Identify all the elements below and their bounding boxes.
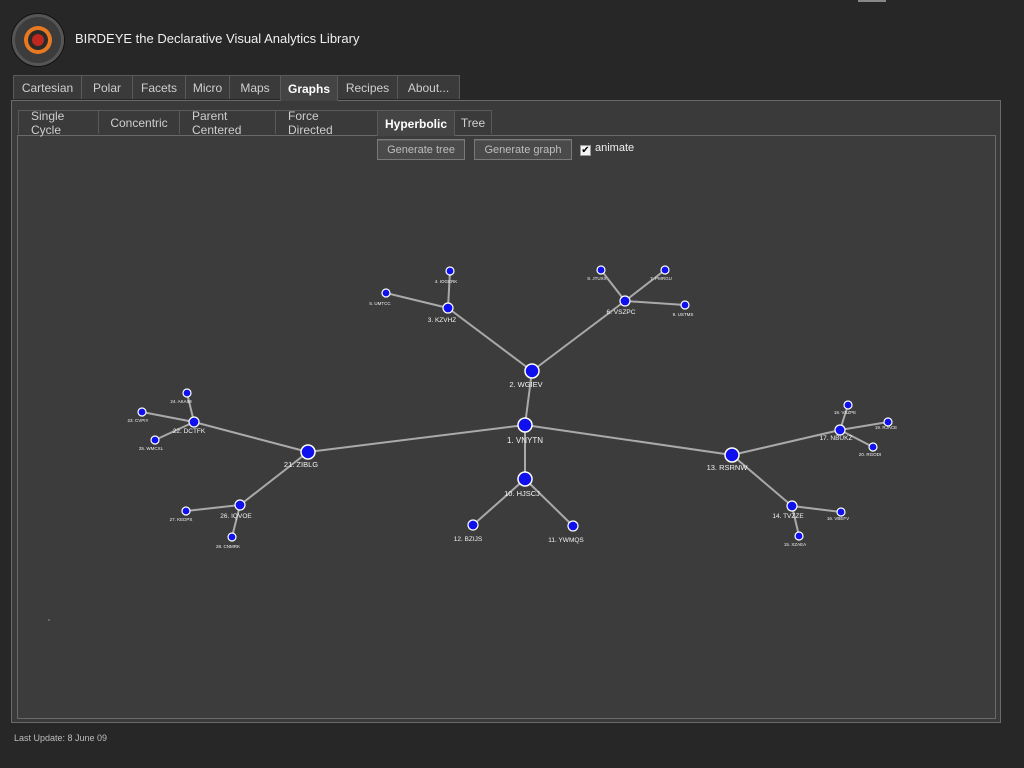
graph-node-label-14: 14. TVZZE	[772, 513, 804, 520]
graph-edge-21-22	[193, 421, 309, 453]
graph-node-16[interactable]	[836, 507, 846, 517]
graph-node-label-15: 15. XZAEA	[784, 542, 806, 547]
graph-edge-10-11	[524, 478, 574, 527]
graph-node-18[interactable]	[843, 400, 853, 410]
graph-node-25[interactable]	[150, 435, 160, 445]
graph-node-8[interactable]	[596, 265, 606, 275]
graph-node-label-19: 19. RJACE	[875, 425, 897, 430]
graph-node-14[interactable]	[786, 500, 798, 512]
graph-edge-2-3	[447, 307, 533, 372]
graph-node-label-24: 24. AKAIM	[170, 399, 192, 404]
graph-edge-3-5	[385, 292, 449, 309]
graph-node-label-17: 17. NBUKZ	[820, 435, 853, 442]
graph-edge-6-9	[624, 300, 686, 306]
graph-node-label-22: 22. DCTFK	[173, 428, 206, 435]
graph-node-5[interactable]	[381, 288, 391, 298]
graph-node-23[interactable]	[137, 407, 147, 417]
graph-node-label-6: 6. VSZPC	[607, 309, 636, 316]
graph-node-9[interactable]	[680, 300, 690, 310]
graph-node-label-9: 9. USTMS	[673, 312, 694, 317]
graph-node-17[interactable]	[834, 424, 846, 436]
graph-node-label-21: 21. ZIBLG	[284, 460, 318, 469]
graph-node-label-1: 1. VNYTN	[507, 436, 543, 445]
graph-node-24[interactable]	[182, 388, 192, 398]
graph-edge-26-27	[185, 504, 241, 512]
graph-edge-1-21	[307, 424, 526, 453]
graph-node-label-28: 28. CNMRK	[216, 544, 240, 549]
graph-node-10[interactable]	[517, 471, 533, 487]
graph-edge-13-17	[731, 429, 841, 456]
graph-node-28[interactable]	[227, 532, 237, 542]
graph-node-7[interactable]	[660, 265, 670, 275]
graph-node-label-20: 20. RGODI	[859, 452, 881, 457]
graph-node-label-16: 16. VBEFV	[827, 516, 849, 521]
graph-edge-6-7	[624, 269, 666, 302]
graph-node-6[interactable]	[619, 295, 631, 307]
graph-node-label-8: 8. JTUXX	[587, 276, 606, 281]
graph-node-12[interactable]	[467, 519, 479, 531]
graph-node-3[interactable]	[442, 302, 454, 314]
graph-node-20[interactable]	[868, 442, 878, 452]
graph-edge-10-12	[472, 478, 526, 526]
graph-node-21[interactable]	[300, 444, 316, 460]
stray-dot	[48, 619, 50, 621]
graph-node-4[interactable]	[445, 266, 455, 276]
last-update-text: Last Update: 8 June 09	[14, 733, 108, 743]
graph-node-26[interactable]	[234, 499, 246, 511]
graph-node-label-26: 26. IQVOE	[220, 513, 252, 520]
graph-node-15[interactable]	[794, 531, 804, 541]
graph-node-label-7: 7. PMRGU	[650, 276, 672, 281]
graph-edge-22-23	[141, 411, 195, 423]
graph-node-label-5: 5. UMTCC	[369, 301, 391, 306]
graph-node-label-2: 2. WGIEV	[509, 380, 542, 389]
graph-node-11[interactable]	[567, 520, 579, 532]
graph-node-label-12: 12. BZIJS	[454, 536, 483, 543]
graph-node-label-10: 10. HJSCJ	[504, 489, 540, 498]
graph-node-13[interactable]	[724, 447, 740, 463]
graph-node-label-4: 4. IOGERK	[435, 279, 458, 284]
hyperbolic-graph[interactable]: 1. VNYTN 2. WGIEV 3. KZVHZ 4. IOGERK 5. UMTC…	[0, 0, 1024, 768]
graph-edge-6-8	[600, 269, 626, 302]
graph-node-1[interactable]	[517, 417, 533, 433]
graph-node-label-13: 13. RSRNW	[707, 463, 749, 472]
graph-node-label-11: 11. YWMQS	[548, 537, 584, 544]
graph-node-27[interactable]	[181, 506, 191, 516]
graph-node-2[interactable]	[524, 363, 540, 379]
graph-node-label-3: 3. KZVHZ	[428, 317, 457, 324]
graph-node-label-18: 18. VSZPE	[834, 410, 856, 415]
graph-edge-1-13	[524, 424, 733, 456]
graph-node-label-23: 23. CVPIY	[127, 418, 148, 423]
graph-node-label-25: 25. WMCXL	[139, 446, 164, 451]
graph-node-22[interactable]	[188, 416, 200, 428]
graph-node-label-27: 27. KEDPS	[170, 517, 193, 522]
graph-edge-14-16	[791, 505, 842, 513]
